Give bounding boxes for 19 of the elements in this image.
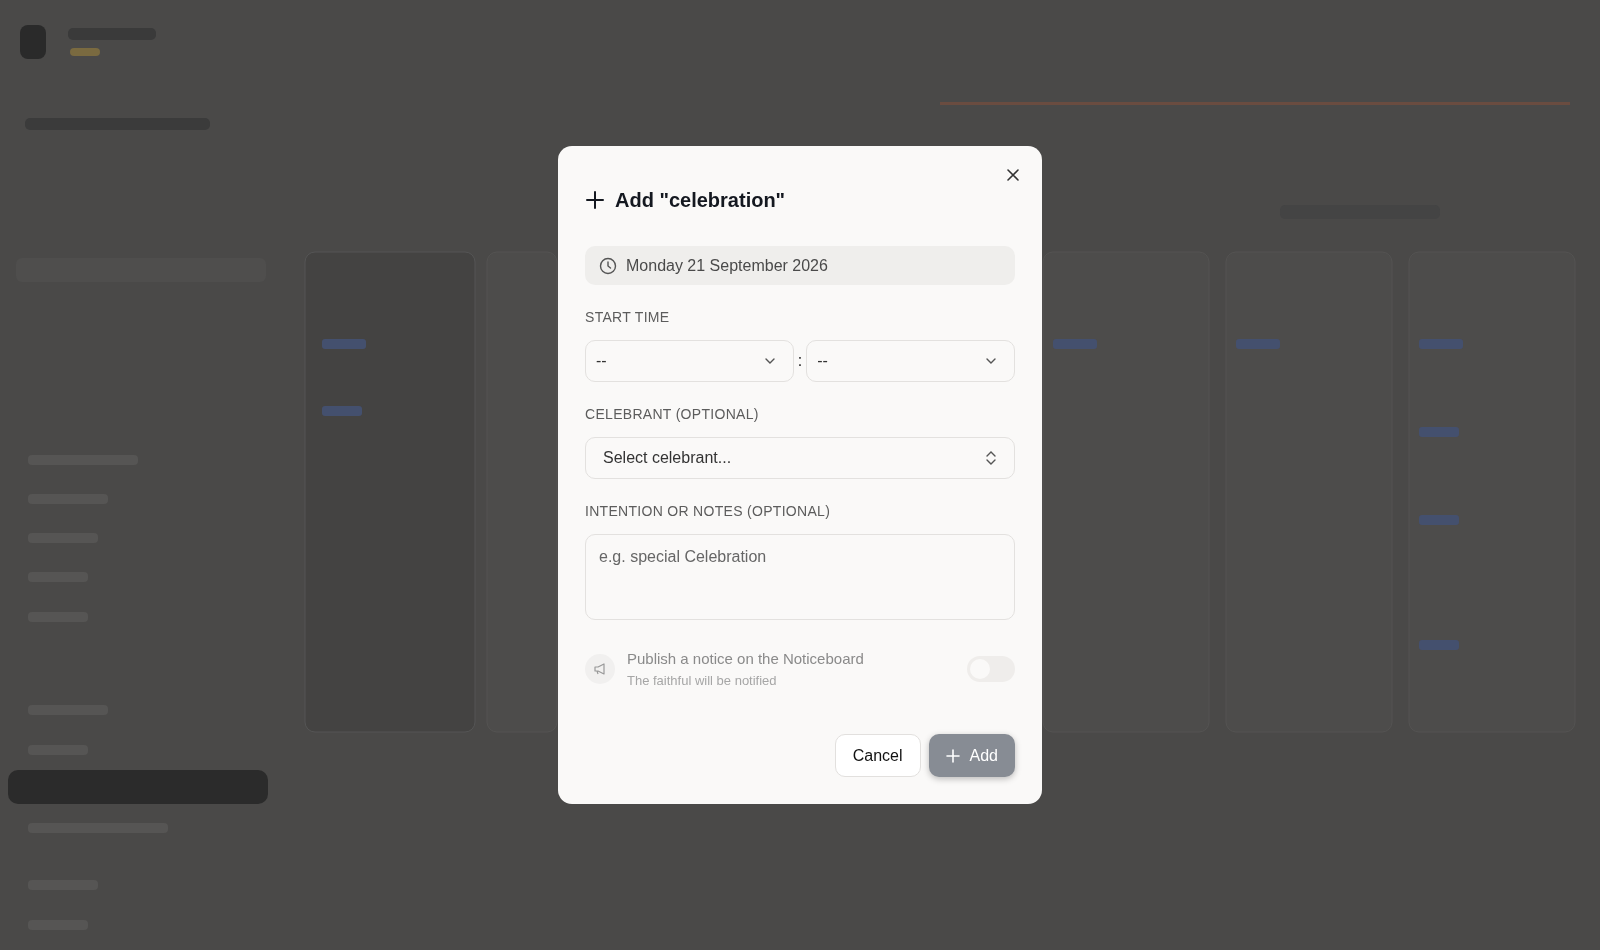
notice-subtitle: The faithful will be notified bbox=[627, 671, 778, 690]
clock-icon bbox=[599, 256, 617, 275]
field-label: INTENTION OR NOTES (OPTIONAL) bbox=[585, 502, 832, 521]
notice-title: Publish a notice on the Noticeboard bbox=[627, 649, 864, 669]
celebrant-select[interactable]: Select celebrant... bbox=[585, 437, 1015, 479]
minute-select[interactable]: -- bbox=[806, 340, 1015, 382]
hour-select[interactable]: -- bbox=[585, 340, 794, 382]
close-icon bbox=[1004, 166, 1022, 184]
megaphone-icon bbox=[585, 654, 615, 684]
date-display: Monday 21 September 2026 bbox=[585, 246, 1015, 285]
dialog-title: Add "celebration" bbox=[615, 188, 786, 212]
plus-icon bbox=[945, 748, 960, 763]
time-separator: : bbox=[797, 351, 803, 371]
field-label: START TIME bbox=[585, 308, 671, 327]
plus-icon bbox=[585, 190, 605, 210]
updown-chevron-icon bbox=[984, 449, 998, 467]
cancel-button[interactable]: Cancel bbox=[834, 734, 921, 777]
field-label: CELEBRANT (OPTIONAL) bbox=[585, 405, 760, 424]
notes-field[interactable]: e.g. special Celebration bbox=[585, 534, 1015, 620]
